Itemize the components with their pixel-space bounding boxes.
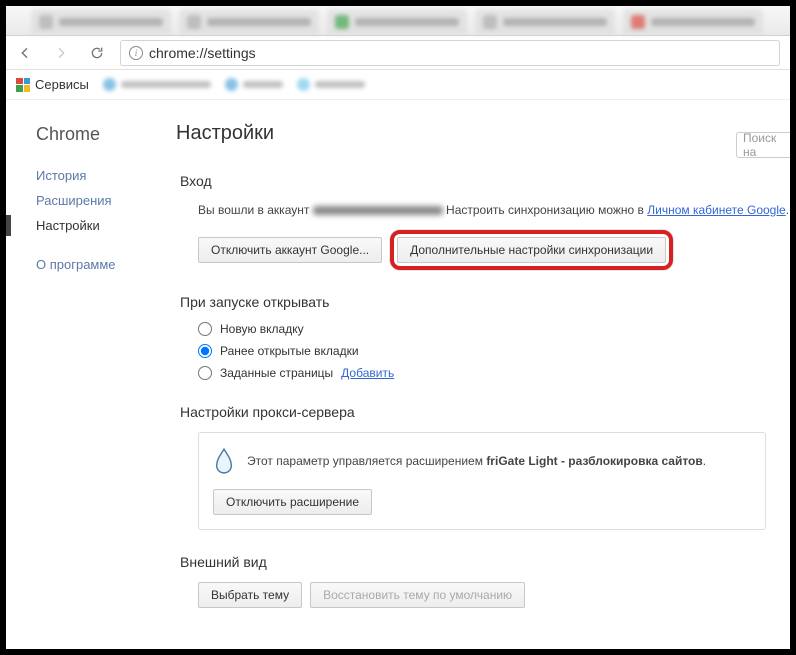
url-input[interactable] bbox=[149, 45, 771, 61]
browser-tab[interactable] bbox=[31, 9, 171, 35]
advanced-sync-settings-button[interactable]: Дополнительные настройки синхронизации bbox=[397, 237, 666, 263]
radio-specific-label: Заданные страницы bbox=[220, 366, 333, 380]
reload-button[interactable] bbox=[84, 40, 110, 66]
proxy-managed-box: Этот параметр управляется расширением fr… bbox=[198, 432, 766, 530]
apps-icon bbox=[16, 78, 30, 92]
forward-button[interactable] bbox=[48, 40, 74, 66]
section-appearance: Внешний вид Выбрать тему Восстановить те… bbox=[176, 554, 790, 608]
section-proxy: Настройки прокси-сервера Этот параметр у… bbox=[176, 404, 790, 530]
radio-previous-label: Ранее открытые вкладки bbox=[220, 344, 359, 358]
extension-name: friGate Light - разблокировка сайтов bbox=[486, 454, 702, 468]
arrow-right-icon bbox=[53, 45, 69, 61]
radio-previous-input[interactable] bbox=[198, 344, 212, 358]
apps-button[interactable]: Сервисы bbox=[16, 77, 89, 92]
proxy-heading: Настройки прокси-сервера bbox=[180, 404, 790, 420]
bookmark-item[interactable] bbox=[297, 78, 365, 91]
apps-label: Сервисы bbox=[35, 77, 89, 92]
browser-tab[interactable] bbox=[179, 9, 319, 35]
appearance-heading: Внешний вид bbox=[180, 554, 790, 570]
add-pages-link[interactable]: Добавить bbox=[341, 366, 394, 380]
radio-previous[interactable]: Ранее открытые вкладки bbox=[198, 344, 790, 358]
browser-tab[interactable] bbox=[327, 9, 467, 35]
toolbar: i bbox=[6, 36, 790, 70]
chrome-logo-text: Chrome bbox=[36, 124, 166, 145]
browser-tab[interactable] bbox=[475, 9, 615, 35]
page-title: Настройки bbox=[176, 122, 790, 145]
radio-newtab-input[interactable] bbox=[198, 322, 212, 336]
browser-tab[interactable] bbox=[623, 9, 763, 35]
sidebar-item-extensions[interactable]: Расширения bbox=[36, 188, 166, 213]
radio-newtab[interactable]: Новую вкладку bbox=[198, 322, 790, 336]
google-dashboard-link[interactable]: Личном кабинете Google bbox=[647, 203, 785, 217]
login-text: Вы вошли в аккаунт Настроить синхронизац… bbox=[198, 201, 790, 220]
info-icon: i bbox=[129, 46, 143, 60]
bookmark-item[interactable] bbox=[225, 78, 283, 91]
arrow-left-icon bbox=[17, 45, 33, 61]
sidebar-item-settings[interactable]: Настройки bbox=[36, 213, 166, 238]
sidebar-item-history[interactable]: История bbox=[36, 163, 166, 188]
sidebar: Chrome История Расширения Настройки О пр… bbox=[6, 100, 166, 649]
search-placeholder: Поиск на bbox=[743, 132, 788, 158]
disable-extension-button[interactable]: Отключить расширение bbox=[213, 489, 372, 515]
startup-heading: При запуске открывать bbox=[180, 294, 790, 310]
login-heading: Вход bbox=[180, 173, 790, 189]
back-button[interactable] bbox=[12, 40, 38, 66]
main-content: Настройки Поиск на Вход Вы вошли в аккау… bbox=[166, 100, 790, 649]
disconnect-account-button[interactable]: Отключить аккаунт Google... bbox=[198, 237, 382, 263]
frigate-extension-icon bbox=[213, 447, 235, 475]
section-startup: При запуске открывать Новую вкладку Ране… bbox=[176, 294, 790, 380]
sidebar-item-about[interactable]: О программе bbox=[36, 252, 166, 277]
bookmark-item[interactable] bbox=[103, 78, 211, 91]
highlight-annotation: Дополнительные настройки синхронизации bbox=[390, 230, 673, 270]
account-email-redacted bbox=[313, 206, 443, 215]
settings-search[interactable]: Поиск на bbox=[736, 132, 790, 158]
bookmarks-bar: Сервисы bbox=[6, 70, 790, 100]
radio-newtab-label: Новую вкладку bbox=[220, 322, 304, 336]
restore-theme-button[interactable]: Восстановить тему по умолчанию bbox=[310, 582, 525, 608]
radio-specific-input[interactable] bbox=[198, 366, 212, 380]
reload-icon bbox=[89, 45, 105, 61]
tab-strip bbox=[6, 6, 790, 36]
omnibox[interactable]: i bbox=[120, 40, 780, 66]
section-login: Вход Вы вошли в аккаунт Настроить синхро… bbox=[176, 173, 790, 270]
proxy-text: Этот параметр управляется расширением fr… bbox=[247, 452, 706, 471]
choose-theme-button[interactable]: Выбрать тему bbox=[198, 582, 302, 608]
radio-specific[interactable]: Заданные страницы Добавить bbox=[198, 366, 790, 380]
